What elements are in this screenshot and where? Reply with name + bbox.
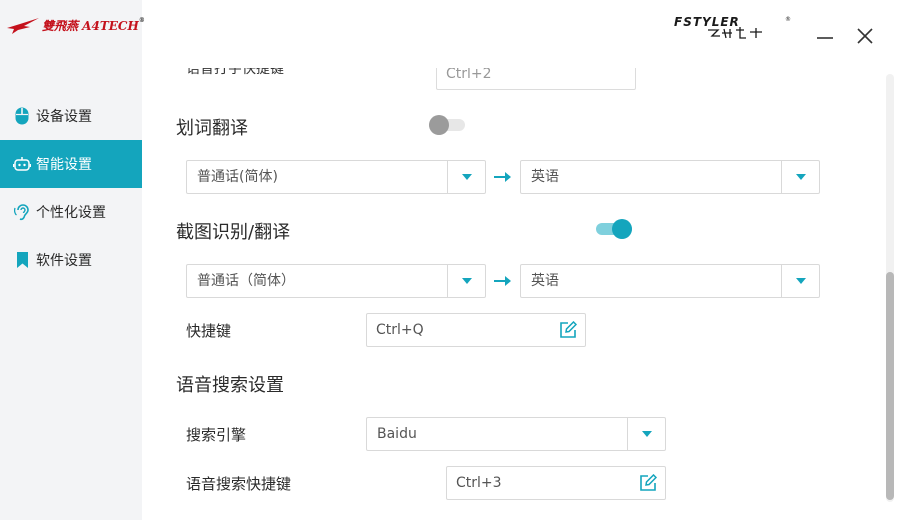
sidebar-item-label: 个性化设置 [36, 205, 106, 221]
edit-icon[interactable] [639, 474, 657, 492]
chevron-down-icon [461, 174, 472, 180]
mouse-icon [13, 107, 31, 125]
screenshot-translate-title: 截图识别/翻译 [176, 222, 291, 243]
sidebar-item-label: 设备设置 [36, 109, 92, 125]
dropdown-toggle[interactable] [781, 161, 819, 193]
sidebar-item-software-settings[interactable]: 软件设置 [0, 236, 142, 284]
settings-content: 语音打字快捷键 Ctrl+2 划词翻译 普通话(简体) 英语 截图识别/翻译 普… [142, 0, 886, 520]
arrow-right-icon [494, 172, 511, 182]
chevron-down-icon [641, 431, 652, 437]
chevron-down-icon [795, 174, 806, 180]
chevron-down-icon [461, 278, 472, 284]
bookmark-icon [13, 251, 31, 269]
sidebar-item-personalization[interactable]: 个性化设置 [0, 188, 142, 236]
sidebar: 雙飛燕 A4TECH® 设备设置 智能设置 个性化设置 软件设置 [0, 0, 145, 520]
voice-typing-shortcut-field[interactable]: Ctrl+2 [436, 68, 636, 90]
ear-icon [13, 203, 31, 221]
toggle-knob [612, 219, 632, 239]
screenshot-shortcut-field[interactable]: Ctrl+Q [366, 313, 586, 347]
dropdown-toggle[interactable] [447, 161, 485, 193]
word-translate-title: 划词翻译 [176, 118, 248, 139]
chevron-down-icon [795, 278, 806, 284]
edit-icon[interactable] [559, 321, 577, 339]
voice-search-shortcut-field[interactable]: Ctrl+3 [446, 466, 666, 500]
voice-search-shortcut-label: 语音搜索快捷键 [186, 475, 292, 493]
robot-icon [13, 155, 31, 173]
screenshot-translate-toggle[interactable] [596, 218, 632, 240]
toggle-knob [429, 115, 449, 135]
screenshot-shortcut-label: 快捷键 [186, 322, 232, 340]
screenshot-translate-target-select[interactable]: 英语 [520, 264, 820, 298]
word-translate-toggle[interactable] [429, 114, 465, 136]
scrollbar-thumb[interactable] [886, 272, 894, 500]
sidebar-item-device-settings[interactable]: 设备设置 [0, 92, 142, 140]
sidebar-item-smart-settings[interactable]: 智能设置 [0, 140, 142, 188]
swallow-logo-icon [7, 18, 39, 34]
search-engine-select[interactable]: Baidu [366, 417, 666, 451]
sidebar-item-label: 智能设置 [36, 157, 92, 173]
a4tech-logo: 雙飛燕 A4TECH® [6, 14, 145, 36]
arrow-right-icon [494, 276, 511, 286]
voice-search-title: 语音搜索设置 [176, 375, 284, 396]
sidebar-item-label: 软件设置 [36, 253, 92, 269]
word-translate-source-select[interactable]: 普通话(简体) [186, 160, 486, 194]
sidebar-nav: 设备设置 智能设置 个性化设置 软件设置 [0, 92, 142, 284]
search-engine-label: 搜索引擎 [186, 426, 247, 444]
logo-text: 雙飛燕 A4TECH® [42, 16, 145, 33]
dropdown-toggle[interactable] [627, 418, 665, 450]
dropdown-toggle[interactable] [781, 265, 819, 297]
word-translate-target-select[interactable]: 英语 [520, 160, 820, 194]
voice-typing-shortcut-label: 语音打字快捷键 [186, 61, 284, 77]
dropdown-toggle[interactable] [447, 265, 485, 297]
screenshot-translate-source-select[interactable]: 普通话（简体） [186, 264, 486, 298]
